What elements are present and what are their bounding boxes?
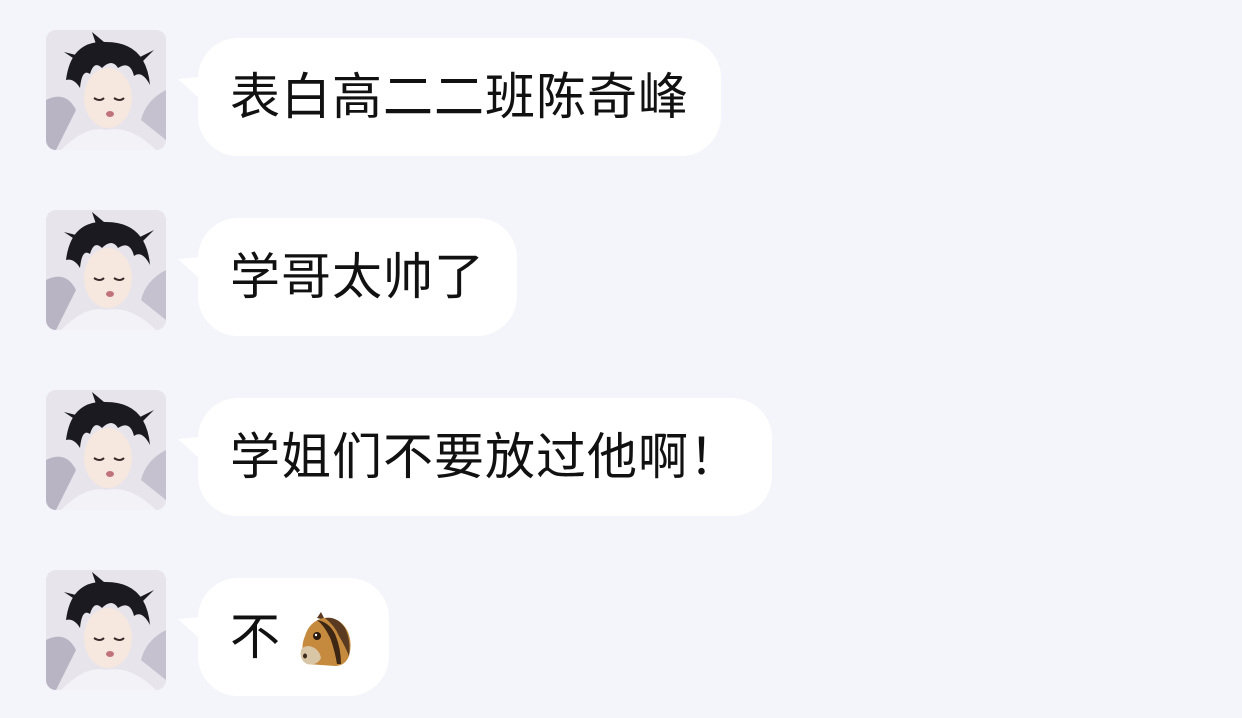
avatar-image [46, 210, 166, 330]
avatar-image [46, 30, 166, 150]
message-text: 不 [230, 608, 281, 666]
sender-avatar[interactable] [46, 210, 166, 330]
message-bubble[interactable]: 不 [198, 578, 389, 696]
sender-avatar[interactable] [46, 390, 166, 510]
message-bubble[interactable]: 学哥太帅了 [198, 218, 517, 336]
sender-avatar[interactable] [46, 570, 166, 690]
message-row: 学哥太帅了 [46, 210, 1196, 336]
avatar-image [46, 570, 166, 690]
message-text: 表白高二二班陈奇峰 [230, 68, 689, 126]
message-row: 学姐们不要放过他啊！ [46, 390, 1196, 516]
sender-avatar[interactable] [46, 30, 166, 150]
horse-face-icon [295, 606, 357, 668]
message-row: 不 [46, 570, 1196, 696]
message-text: 学姐们不要放过他啊！ [230, 428, 740, 486]
message-row: 表白高二二班陈奇峰 [46, 30, 1196, 156]
message-text: 学哥太帅了 [230, 248, 485, 306]
avatar-image [46, 390, 166, 510]
chat-message-list: 表白高二二班陈奇峰 学哥太帅了 学姐们不要放过他啊！ 不 [0, 0, 1242, 718]
message-bubble[interactable]: 学姐们不要放过他啊！ [198, 398, 772, 516]
message-bubble[interactable]: 表白高二二班陈奇峰 [198, 38, 721, 156]
message-content: 不 [230, 606, 357, 668]
